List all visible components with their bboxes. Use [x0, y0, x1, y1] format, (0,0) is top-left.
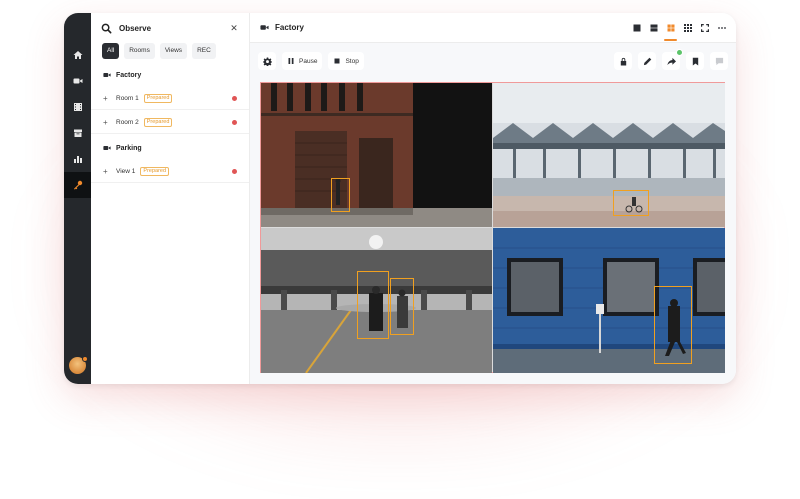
grid-2x2-icon [667, 24, 674, 31]
plus-icon[interactable]: + [103, 118, 111, 127]
rail-item-home[interactable] [64, 42, 91, 68]
lock-icon [620, 57, 626, 66]
home-icon [73, 51, 82, 59]
filter-rooms[interactable]: Rooms [124, 43, 155, 59]
layout-split[interactable] [649, 23, 658, 32]
detection-box [390, 278, 414, 335]
comment-icon [715, 57, 723, 65]
group-factory[interactable]: Factory [91, 69, 153, 81]
video-icon [103, 73, 111, 77]
camera-grid [260, 82, 725, 373]
detection-box [613, 190, 649, 216]
layout-grid-3x3[interactable] [683, 23, 692, 32]
detection-box [357, 271, 389, 339]
main-header: Factory [250, 13, 736, 43]
group-label: Parking [116, 144, 142, 152]
room-item[interactable]: + View 1 Prepared [91, 161, 249, 183]
app-window: Observe ✕ All Rooms Views REC Factory + … [64, 13, 736, 384]
notification-dot [82, 356, 88, 362]
page-title: Factory [275, 23, 304, 32]
single-view-icon [633, 24, 640, 31]
factory-brick-building [261, 83, 492, 227]
key-icon [73, 180, 82, 190]
live-indicator [232, 169, 237, 174]
gear-icon [262, 56, 272, 66]
settings-button[interactable] [258, 52, 276, 70]
filter-rec[interactable]: REC [192, 43, 216, 59]
room-name: View 1 [116, 168, 136, 175]
observe-panel: Observe ✕ All Rooms Views REC Factory + … [91, 13, 250, 384]
fullscreen-icon [700, 23, 709, 32]
room-item[interactable]: + Room 1 Prepared [91, 88, 249, 110]
panel-title: Observe [119, 23, 152, 33]
fullscreen-button[interactable] [700, 23, 709, 32]
rail-item-film[interactable] [64, 94, 91, 120]
stop-label: Stop [345, 57, 359, 65]
rail-item-key[interactable] [64, 172, 91, 198]
filter-chips: All Rooms Views REC [91, 43, 249, 59]
share-icon [666, 57, 676, 65]
video-icon [73, 78, 82, 84]
archive-icon [73, 129, 82, 137]
camera-feed[interactable] [493, 228, 725, 373]
search-icon[interactable] [101, 23, 112, 34]
camera-feed[interactable] [261, 83, 492, 227]
status-badge: Prepared [143, 118, 173, 127]
pause-icon [288, 58, 294, 64]
comment-button[interactable] [710, 52, 728, 70]
pause-label: Pause [299, 57, 318, 65]
avatar[interactable] [69, 356, 88, 374]
plus-icon[interactable]: + [103, 94, 111, 103]
success-badge [676, 49, 683, 56]
room-name: Room 1 [116, 95, 139, 102]
split-view-icon [650, 24, 657, 31]
close-icon[interactable]: ✕ [229, 23, 239, 34]
live-indicator [232, 96, 237, 101]
detection-box [654, 286, 692, 364]
plus-icon[interactable]: + [103, 167, 111, 176]
layout-switcher [632, 23, 726, 41]
detection-box [331, 178, 350, 212]
more-icon [717, 26, 726, 29]
station-canopy [493, 83, 725, 227]
draw-button[interactable] [638, 52, 656, 70]
layout-grid-2x2[interactable] [664, 23, 677, 41]
camera-feed[interactable] [261, 228, 492, 373]
grid-3x3-icon [683, 23, 692, 32]
rail-item-video[interactable] [64, 68, 91, 94]
bookmark-button[interactable] [686, 52, 704, 70]
panel-header: Observe ✕ [91, 13, 249, 43]
player-toolbar: Pause Stop [258, 49, 728, 71]
chart-icon [73, 156, 82, 163]
film-icon [73, 103, 82, 111]
filter-all[interactable]: All [102, 43, 120, 59]
share-button[interactable] [662, 49, 683, 70]
group-parking[interactable]: Parking [91, 142, 154, 154]
pause-button[interactable]: Pause [282, 52, 323, 70]
lock-button[interactable] [614, 52, 632, 70]
room-name: Room 2 [116, 119, 139, 126]
camera-feed[interactable] [493, 83, 725, 227]
main-area: Factory Pause Stop [250, 13, 736, 384]
icon-rail [64, 13, 91, 384]
video-icon [260, 25, 269, 30]
rail-item-archive[interactable] [64, 120, 91, 146]
status-badge: Prepared [143, 94, 173, 103]
layout-single[interactable] [632, 23, 641, 32]
group-label: Factory [116, 71, 142, 79]
stop-icon [334, 58, 340, 64]
room-item[interactable]: + Room 2 Prepared [91, 112, 249, 134]
video-icon [103, 146, 111, 150]
pencil-icon [643, 57, 651, 65]
live-indicator [232, 120, 237, 125]
more-button[interactable] [717, 23, 726, 32]
rail-item-chart[interactable] [64, 146, 91, 172]
filter-views[interactable]: Views [159, 43, 188, 59]
stop-button[interactable]: Stop [328, 52, 364, 70]
bookmark-icon [692, 57, 698, 66]
status-badge: Prepared [140, 167, 170, 176]
